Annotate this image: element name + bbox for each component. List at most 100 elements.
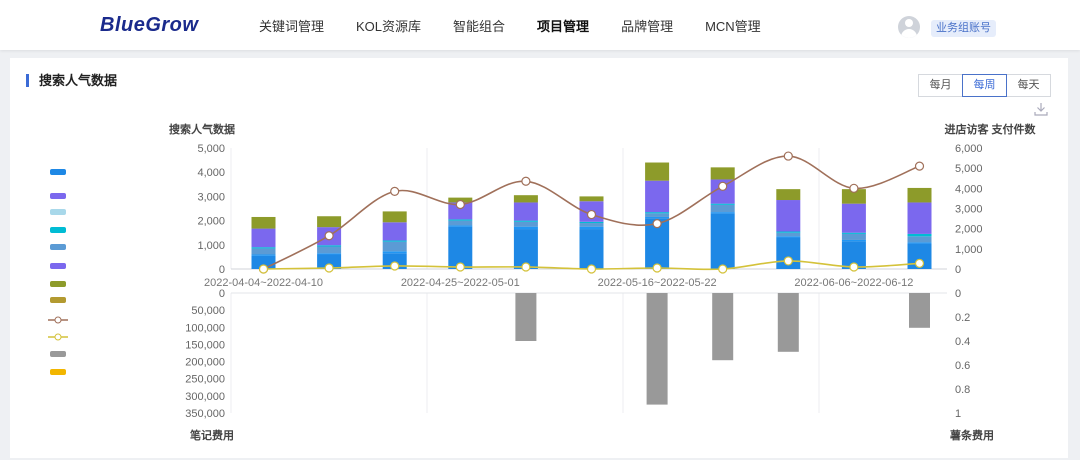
stacked-bar-segment: [645, 216, 670, 219]
stacked-bar-segment: [317, 216, 342, 228]
stacked-bar-segment: [382, 222, 407, 241]
orders-point: [324, 263, 334, 273]
top-right-tick-label: 1,000: [955, 244, 983, 256]
visitors-point: [586, 209, 597, 220]
stacked-bar-segment: [382, 211, 407, 223]
visitors-point: [849, 183, 859, 193]
visitors-point: [914, 161, 925, 171]
orders-point: [586, 264, 597, 274]
legend-swatch: [50, 193, 66, 199]
chips-fee-bar: [909, 293, 930, 328]
visitors-point: [390, 186, 400, 196]
x-tick-label: 2022-06-06~2022-06-12: [794, 277, 913, 289]
stacked-bar-segment: [513, 226, 538, 230]
stacked-bar-segment: [645, 162, 670, 181]
stacked-bar-segment: [710, 167, 735, 180]
stacked-bar-segment: [579, 229, 604, 269]
legend-swatch: [50, 281, 66, 287]
stacked-bar-segment: [907, 236, 932, 243]
bottom-left-tick-label: 150,000: [185, 339, 225, 351]
x-tick-label: 2022-05-16~2022-05-22: [598, 277, 717, 289]
stacked-bar-segment: [776, 236, 801, 238]
legend-swatch: [50, 297, 66, 303]
visitors-point: [718, 181, 728, 191]
stacked-bar-segment: [448, 220, 473, 226]
bottom-left-tick-label: 300,000: [185, 391, 225, 403]
visitors-point: [783, 151, 793, 161]
bottom-left-tick-label: 200,000: [185, 357, 225, 369]
top-left-tick-label: 4,000: [197, 167, 225, 179]
bottom-left-tick-label: 50,000: [191, 305, 225, 317]
stacked-bar-segment: [382, 240, 407, 242]
stacked-bar-segment: [776, 232, 801, 237]
legend-swatch: [50, 351, 66, 357]
top-right-tick-label: 4,000: [955, 183, 983, 195]
stacked-bar-segment: [448, 219, 473, 221]
bottom-right-tick-label: 1: [955, 408, 961, 420]
visitors-point: [652, 219, 662, 229]
stacked-bar-segment: [907, 202, 932, 234]
bottom-left-axis-title: 笔记费用: [190, 428, 234, 442]
top-right-tick-label: 0: [955, 264, 961, 276]
top-right-tick-label: 3,000: [955, 204, 983, 216]
stacked-bar-segment: [317, 245, 342, 247]
stacked-bar-segment: [251, 216, 276, 229]
top-left-tick-label: 1,000: [197, 240, 225, 252]
stacked-bar-segment: [251, 254, 276, 256]
stacked-bar-segment: [317, 246, 342, 254]
orders-point: [849, 262, 859, 272]
x-tick-label: 2022-04-04~2022-04-10: [204, 277, 323, 289]
bottom-right-tick-label: 0.8: [955, 384, 970, 396]
visitors-point: [324, 231, 334, 241]
stacked-bar-segment: [710, 213, 735, 269]
stacked-bar-segment: [579, 196, 604, 202]
bottom-right-axis-title: 薯条费用: [949, 428, 994, 442]
stacked-bar-segment: [907, 233, 932, 237]
chips-fee-bar: [515, 293, 537, 341]
stacked-bar-segment: [317, 253, 342, 255]
bottom-right-tick-label: 0.6: [955, 360, 970, 372]
stacked-bar-segment: [841, 232, 866, 234]
stacked-bar-segment: [710, 204, 735, 213]
stacked-bar-segment: [448, 225, 473, 227]
orders-point: [652, 263, 662, 273]
stacked-bar-segment: [776, 231, 801, 233]
stacked-bar-segment: [251, 228, 276, 248]
legend-swatch: [50, 209, 66, 215]
stacked-bar-segment: [382, 241, 407, 252]
top-right-axis-title: 进店访客 支付件数: [944, 122, 1036, 136]
stacked-bar-segment: [907, 242, 932, 244]
top-left-axis-title: 搜索人气数据: [169, 122, 235, 136]
top-left-tick-label: 3,000: [197, 191, 225, 203]
visitors-point: [521, 176, 531, 186]
stacked-bar-segment: [513, 220, 538, 222]
top-right-tick-label: 6,000: [955, 143, 983, 155]
orders-point: [521, 262, 531, 272]
stacked-bar-segment: [710, 203, 735, 205]
top-right-tick-label: 5,000: [955, 163, 983, 175]
stacked-bar-segment: [841, 203, 866, 233]
stacked-bar-segment: [513, 195, 538, 203]
legend-swatch: [50, 169, 66, 175]
chips-fee-bar: [646, 293, 668, 405]
stacked-bar-segment: [645, 180, 670, 213]
legend-line-marker: [54, 333, 62, 341]
stacked-bar-segment: [776, 200, 801, 232]
orders-point: [914, 258, 925, 268]
stacked-bar-segment: [907, 187, 932, 203]
top-right-tick-label: 2,000: [955, 224, 983, 236]
bottom-right-tick-label: 0.2: [955, 312, 970, 324]
orders-point: [783, 256, 793, 266]
chips-fee-bar: [712, 293, 734, 361]
top-left-tick-label: 0: [219, 264, 225, 276]
stacked-bar-segment: [513, 202, 538, 221]
orders-point: [390, 261, 400, 271]
legend-swatch: [50, 369, 66, 375]
period-weekly-button[interactable]: 每周: [962, 74, 1007, 97]
visitors-point: [455, 199, 465, 210]
stacked-bar-segment: [645, 213, 670, 217]
bottom-right-tick-label: 0: [955, 288, 961, 300]
legend-swatch: [50, 244, 66, 250]
legend-line-marker: [54, 316, 62, 324]
bottom-left-tick-label: 250,000: [185, 374, 225, 386]
